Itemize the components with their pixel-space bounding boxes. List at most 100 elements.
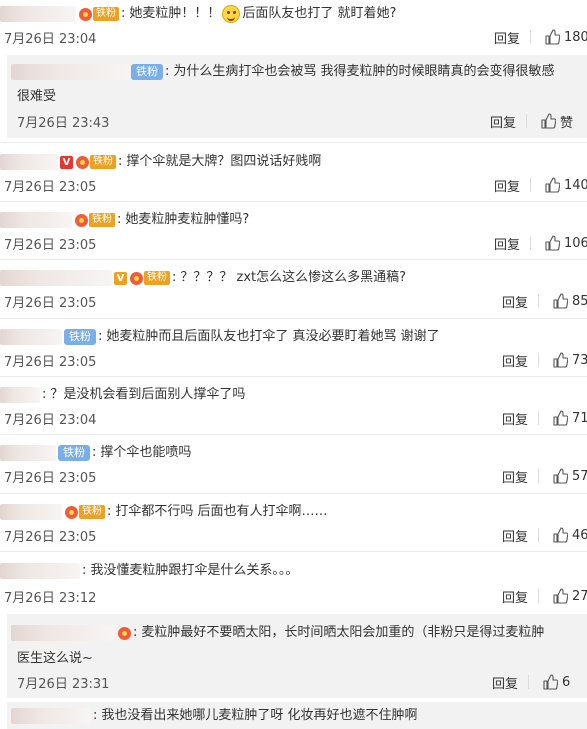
fan-level-icon xyxy=(76,155,89,169)
username-blurred[interactable] xyxy=(0,270,112,286)
comment-text: 为什么生病打伞也会被骂 我得麦粒肿的时候眼睛真的会变得很敏感 xyxy=(173,64,555,79)
like-button[interactable]: 180 xyxy=(544,29,587,45)
reply-button[interactable]: 回复 xyxy=(502,526,528,545)
comment-item: : 我没懂麦粒肿跟打伞是什么关系。。。 7月26日 23:12 回复 27 xyxy=(0,558,587,606)
comment-time: 7月26日 23:04 xyxy=(4,31,97,47)
divider xyxy=(526,114,527,128)
fan-level-icon xyxy=(75,213,88,227)
comment-item: V 铁粉 : ？？？？ zxt怎么这么惨这么多黑通稿? 7月26日 23:05 … xyxy=(0,266,587,314)
separator-colon: : xyxy=(42,387,47,402)
reply-button[interactable]: 回复 xyxy=(502,409,528,428)
reply-button[interactable]: 回复 xyxy=(492,673,518,692)
comment-time: 7月26日 23:31 xyxy=(17,676,110,692)
username-blurred[interactable] xyxy=(0,329,62,345)
like-button[interactable]: 73 xyxy=(552,352,587,368)
like-count: 46 xyxy=(572,527,587,543)
username-blurred[interactable] xyxy=(0,212,72,228)
comment-time: 7月26日 23:04 xyxy=(4,412,97,428)
separator-colon: : xyxy=(107,504,112,519)
thumbs-up-icon xyxy=(553,588,568,604)
like-button[interactable]: 27 xyxy=(552,588,587,604)
divider xyxy=(0,493,587,494)
username-blurred[interactable] xyxy=(11,625,115,641)
reply-button[interactable]: 回复 xyxy=(502,351,528,370)
reply-item: : 麦粒肿最好不要晒太阳，长时间晒太阳会加重的（非粉只是得过麦粒肿 医生这么说~… xyxy=(7,614,587,698)
divider xyxy=(538,469,539,483)
divider xyxy=(538,589,539,603)
thumbs-up-icon xyxy=(545,29,560,45)
username-blurred[interactable] xyxy=(11,708,91,724)
verified-badge-icon: V xyxy=(114,271,127,285)
comment-time: 7月26日 23:05 xyxy=(4,179,97,195)
comment-text: 我没懂麦粒肿跟打伞是什么关系。。。 xyxy=(90,563,299,578)
like-count: 180 xyxy=(564,29,587,45)
like-button[interactable]: 85 xyxy=(552,293,587,309)
comment-time: 7月26日 23:12 xyxy=(4,590,97,606)
comment-time: 7月26日 23:05 xyxy=(4,470,97,486)
thumbs-up-icon xyxy=(543,674,558,690)
reply-button[interactable]: 回复 xyxy=(490,112,516,131)
thumbs-up-icon xyxy=(541,113,556,129)
comment-item: 铁粉 : 撑个伞也能喷吗 7月26日 23:05 回复 57 xyxy=(0,441,587,489)
fan-level-icon xyxy=(118,626,131,640)
separator-colon: : xyxy=(82,563,87,578)
username-blurred[interactable] xyxy=(0,563,80,579)
fan-badge: 铁粉 xyxy=(89,213,115,227)
divider xyxy=(0,259,587,260)
like-button[interactable]: 赞 xyxy=(540,112,573,131)
like-button[interactable]: 106 xyxy=(544,235,587,251)
reply-item: 铁粉 : 为什么生病打伞也会被骂 我得麦粒肿的时候眼睛真的会变得很敏感 很难受 … xyxy=(7,55,587,138)
reply-button[interactable]: 回复 xyxy=(494,28,520,47)
username-blurred[interactable] xyxy=(0,504,62,520)
fan-badge: 铁粉 xyxy=(79,505,105,519)
separator-colon: : xyxy=(92,445,97,460)
comment-text: ？是没机会看到后面别人撑伞了吗 xyxy=(50,387,246,402)
like-button[interactable]: 57 xyxy=(552,468,587,484)
reply-button[interactable]: 回复 xyxy=(502,587,528,606)
username-blurred[interactable] xyxy=(11,64,129,80)
like-button[interactable]: 46 xyxy=(552,527,587,543)
like-count: 73 xyxy=(572,352,587,368)
username-blurred[interactable] xyxy=(0,445,56,461)
like-count: 27 xyxy=(572,588,587,604)
like-button[interactable]: 71 xyxy=(552,410,587,426)
like-count: 140 xyxy=(564,177,587,193)
thumbs-up-icon xyxy=(553,527,568,543)
reply-button[interactable]: 回复 xyxy=(494,176,520,195)
separator-colon: : xyxy=(133,625,138,640)
separator-colon: : xyxy=(93,708,98,723)
divider xyxy=(0,142,587,143)
divider xyxy=(0,318,587,319)
verified-badge-icon: V xyxy=(60,155,73,169)
smile-emoji-icon xyxy=(222,5,241,23)
divider xyxy=(538,294,539,308)
comment-text-line2: 医生这么说~ xyxy=(17,651,93,666)
divider xyxy=(538,528,539,542)
reply-item: : 我也没看出来她哪儿麦粒肿了呀 化妆再好也遮不住肿啊 xyxy=(7,702,587,729)
reply-button[interactable]: 回复 xyxy=(502,467,528,486)
separator-colon: : xyxy=(117,212,122,227)
thumbs-up-icon xyxy=(553,352,568,368)
comment-text: 撑个伞就是大牌？图四说话好贱啊 xyxy=(126,154,322,169)
fan-badge: 铁粉 xyxy=(93,7,119,21)
username-blurred[interactable] xyxy=(0,387,40,403)
divider xyxy=(0,376,587,377)
divider xyxy=(530,30,531,44)
comment-item: 铁粉 : 她麦粒肿！！！ 后面队友也打了 就盯着她? 7月26日 23:04 回… xyxy=(0,0,587,50)
username-blurred[interactable] xyxy=(0,6,76,22)
comment-item: 铁粉 : 她麦粒肿而且后面队友也打伞了 真没必要盯着她骂 谢谢了 7月26日 2… xyxy=(0,325,587,373)
reply-button[interactable]: 回复 xyxy=(494,234,520,253)
thumbs-up-icon xyxy=(545,177,560,193)
reply-button[interactable]: 回复 xyxy=(502,292,528,311)
username-blurred[interactable] xyxy=(0,154,58,170)
comment-text: 我也没看出来她哪儿麦粒肿了呀 化妆再好也遮不住肿啊 xyxy=(101,708,418,723)
fan-level-icon xyxy=(65,505,78,519)
like-button[interactable]: 140 xyxy=(544,177,587,193)
like-count: 6 xyxy=(562,674,571,690)
separator-colon: : xyxy=(118,154,123,169)
comment-text: 她麦粒肿！！！ xyxy=(129,6,221,21)
comment-text: 撑个伞也能喷吗 xyxy=(100,445,192,460)
like-button[interactable]: 6 xyxy=(542,674,570,690)
fan-level-icon xyxy=(130,271,143,285)
comment-text-continued: 后面队友也打了 就盯着她? xyxy=(242,6,397,21)
